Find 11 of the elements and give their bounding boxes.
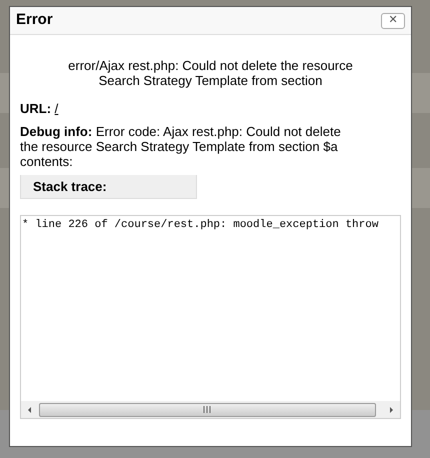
stack-trace-header: Stack trace: xyxy=(20,175,197,199)
url-link[interactable]: / xyxy=(54,101,58,116)
grip-icon xyxy=(203,406,212,413)
dialog-title: Error xyxy=(16,10,53,30)
stack-trace-text: * line 226 of /course/rest.php: moodle_exception throw xyxy=(22,219,380,232)
error-message: error/Ajax rest.php: Could not delete the resource Search Strategy Template from section xyxy=(67,58,354,88)
scrollbar-thumb[interactable] xyxy=(39,402,376,416)
url-label: URL: xyxy=(20,101,52,116)
close-button[interactable]: ✕ xyxy=(381,12,405,28)
debug-info: Debug info: Error code: Ajax rest.php: Could not delete the resource Search Strategy Template from section $a contents: xyxy=(20,124,342,169)
horizontal-scrollbar[interactable] xyxy=(21,401,400,418)
